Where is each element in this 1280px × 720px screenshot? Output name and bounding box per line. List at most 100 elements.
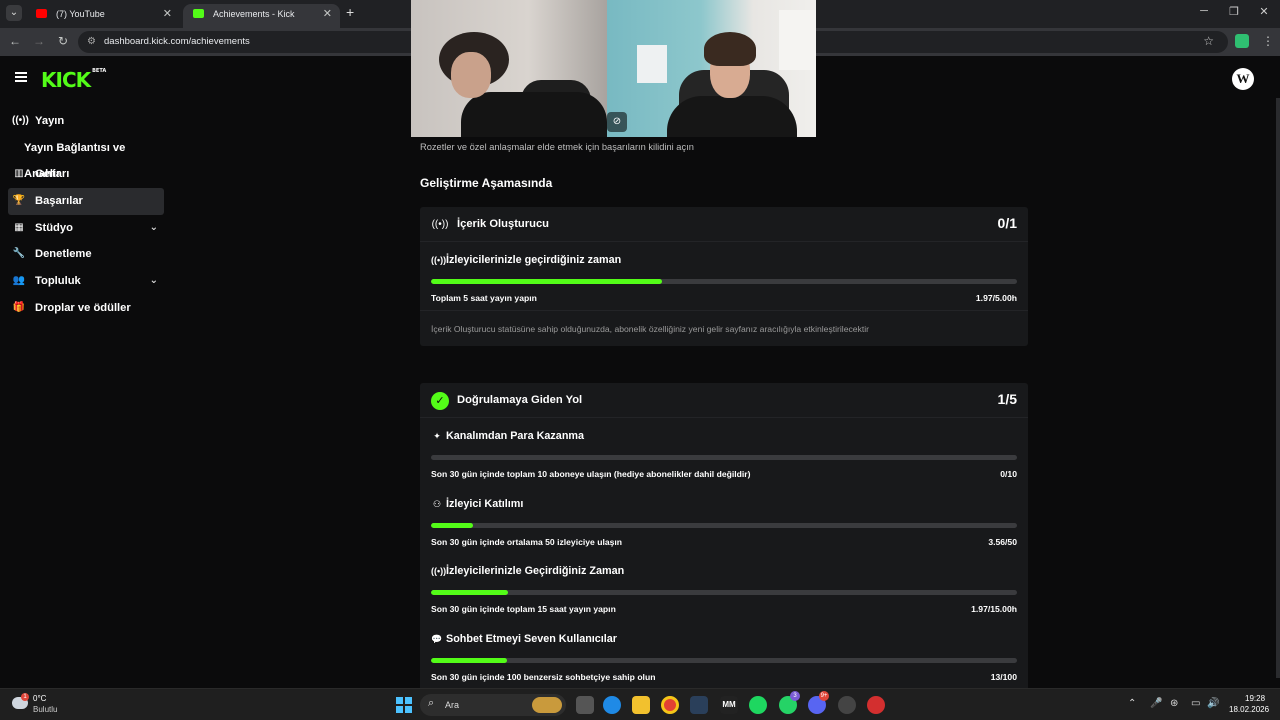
achievement-card-verification: ✓ Doğrulamaya Giden Yol 1/5 ✦ Kanalımdan … xyxy=(420,383,1028,688)
menu-icon[interactable] xyxy=(15,72,27,82)
chevron-down-icon[interactable]: ⌄ xyxy=(150,268,158,294)
taskbar-search[interactable]: ⌕ Ara xyxy=(420,694,566,716)
broadcast-icon: ((•)) xyxy=(431,219,449,230)
goal-value: 3.56/50 xyxy=(988,536,1017,547)
close-tab-icon[interactable]: ✕ xyxy=(323,4,332,24)
chrome-icon[interactable] xyxy=(661,696,679,714)
clock-time[interactable]: 19:28 xyxy=(1245,694,1265,703)
tab-achievements[interactable]: Achievements - Kick Dashboard ✕ xyxy=(183,4,340,39)
task-view-icon[interactable] xyxy=(576,696,594,714)
goal-value: 1.97/5.00h xyxy=(975,293,1017,303)
viewers-icon: ⚇ xyxy=(432,498,442,509)
card-header: ✓ Doğrulamaya Giden Yol 1/5 xyxy=(420,383,1028,418)
search-icon: ⌕ xyxy=(428,697,435,709)
chevron-up-icon[interactable]: ⌃ xyxy=(1128,698,1136,709)
weather-temp[interactable]: 0°C xyxy=(33,694,46,703)
goal-description: Son 30 gün içinde toplam 10 aboneye ulaş… xyxy=(431,469,751,479)
progress-fill xyxy=(431,590,508,595)
forward-button[interactable]: → xyxy=(31,34,47,48)
webcam-feed-left xyxy=(411,0,607,137)
site-settings-icon[interactable]: ⚙ xyxy=(87,36,99,48)
kick-logo[interactable]: KICK BETA xyxy=(41,68,106,92)
sidebar-item-studyo[interactable]: ▦ Stüdyo ⌄ xyxy=(8,215,164,242)
webcam-overlay: ⊘ xyxy=(411,0,816,137)
kick-icon xyxy=(193,9,204,18)
notification-badge: 9+ xyxy=(819,691,829,701)
restore-button[interactable]: ❐ xyxy=(1224,5,1244,18)
tab-search-button[interactable]: ⌄ xyxy=(6,5,22,21)
youtube-icon xyxy=(36,9,47,18)
windows-start-icon[interactable] xyxy=(396,697,412,713)
sidebar-item-gelir[interactable]: ▥ Gelir xyxy=(8,161,164,188)
goal-description: Son 30 gün içinde toplam 15 saat yayın y… xyxy=(431,604,616,614)
camera-off-icon[interactable]: ⊘ xyxy=(607,112,627,132)
card-note: İçerik Oluşturucu statüsüne sahip olduğu… xyxy=(420,309,1028,346)
game-app-icon[interactable] xyxy=(838,696,856,714)
sparkle-icon: ✦ xyxy=(433,431,441,441)
gift-icon: 🎁 xyxy=(12,301,26,313)
steam-icon[interactable] xyxy=(690,696,708,714)
back-button[interactable]: ← xyxy=(7,34,23,48)
goal-description: Son 30 gün içinde ortalama 50 izleyiciye… xyxy=(431,536,623,547)
goal-item: ((•))İzleyicilerinizle geçirdiğiniz zama… xyxy=(420,242,1028,310)
close-window-button[interactable]: ✕ xyxy=(1254,5,1274,18)
goal-title: Kanalımdan Para Kazanma xyxy=(446,430,585,442)
webcam-feed-right xyxy=(607,0,816,137)
goal-item: ⚇ İzleyici Katılımı Son 30 gün içinde ort… xyxy=(420,486,1028,554)
file-explorer-icon[interactable] xyxy=(632,696,650,714)
network-icon[interactable]: ⊛ xyxy=(1170,698,1178,709)
goal-title: İzleyici Katılımı xyxy=(446,497,524,510)
reload-button[interactable]: ↻ xyxy=(55,34,71,48)
card-title: İçerik Oluşturucu xyxy=(457,218,550,230)
volume-icon[interactable]: 🔊 xyxy=(1207,698,1219,709)
card-count: 0/1 xyxy=(997,215,1017,231)
card-title: Doğrulamaya Giden Yol xyxy=(457,394,583,406)
extension-icon[interactable] xyxy=(1235,34,1249,48)
dashboard-page: KICK BETA W ((•)) Yayın Yayın Bağlantısı … xyxy=(0,56,1280,688)
goal-title: İzleyicilerinizle geçirdiğiniz zaman xyxy=(446,254,622,266)
users-icon: 👥 xyxy=(12,275,26,287)
minimize-button[interactable]: ─ xyxy=(1194,5,1214,17)
url-text: dashboard.kick.com/achievements xyxy=(104,36,250,47)
goal-item: 💬 Sohbet Etmeyi Seven Kullanıcılar Son 30… xyxy=(420,621,1028,689)
sidebar-item-yayin[interactable]: ((•)) Yayın xyxy=(8,108,164,135)
goal-title: Sohbet Etmeyi Seven Kullanıcılar xyxy=(446,632,618,645)
close-tab-icon[interactable]: ✕ xyxy=(163,4,172,24)
mm-app-icon[interactable]: MM xyxy=(720,696,738,714)
progress-fill xyxy=(431,657,508,663)
sidebar-item-denetleme[interactable]: 🔧 Denetleme xyxy=(8,241,164,268)
red-app-icon[interactable] xyxy=(867,696,885,714)
goal-item: ✦ Kanalımdan Para Kazanma Son 30 gün için… xyxy=(420,418,1028,486)
card-header: ((•)) İçerik Oluşturucu 0/1 xyxy=(420,207,1028,242)
microphone-icon[interactable]: 🎤 xyxy=(1150,698,1162,709)
bookmark-star-icon[interactable]: ☆ xyxy=(1203,34,1214,48)
sidebar: ((•)) Yayın Yayın Bağlantısı ve Anahtarı… xyxy=(8,108,164,322)
scrollbar[interactable] xyxy=(1276,98,1280,678)
avatar[interactable]: W xyxy=(1232,68,1254,90)
search-highlight-icon xyxy=(532,697,562,713)
sidebar-item-basarilar[interactable]: 🏆 Başarılar xyxy=(8,188,164,215)
display-icon[interactable]: ▭ xyxy=(1191,698,1200,709)
progress-bar xyxy=(431,279,1017,284)
sidebar-item-stream-key[interactable]: Yayın Bağlantısı ve Anahtarı xyxy=(8,135,164,180)
sidebar-item-droplar[interactable]: 🎁 Droplar ve ödüller xyxy=(8,295,164,322)
edge-icon[interactable] xyxy=(603,696,621,714)
clock-date[interactable]: 18.02.2026 xyxy=(1229,705,1269,714)
broadcast-icon: ((•)) xyxy=(431,255,447,265)
spotify-icon[interactable] xyxy=(749,696,767,714)
weather-desc[interactable]: Bulutlu xyxy=(33,705,57,714)
new-tab-button[interactable]: + xyxy=(346,4,354,20)
notification-badge: 3 xyxy=(790,691,800,701)
tab-title: (7) YouTube xyxy=(56,9,105,19)
broadcast-icon: ((•)) xyxy=(431,566,447,576)
tab-youtube[interactable]: (7) YouTube ✕ xyxy=(26,4,180,28)
progress-bar xyxy=(431,590,1017,595)
notification-badge: 1 xyxy=(21,693,29,701)
progress-bar xyxy=(431,455,1017,460)
achievement-card-content-creator: ((•)) İçerik Oluşturucu 0/1 ((•))İzleyic… xyxy=(420,207,1028,346)
studio-icon: ▦ xyxy=(14,221,24,233)
taskbar: 1 0°C Bulutlu ⌕ Ara MM 3 9+ ⌃ 🎤 ⊛ ▭ 🔊 19… xyxy=(0,688,1280,720)
browser-menu-icon[interactable]: ⋮ xyxy=(1262,34,1274,48)
sidebar-item-topluluk[interactable]: 👥 Topluluk ⌄ xyxy=(8,268,164,295)
chevron-down-icon[interactable]: ⌄ xyxy=(150,215,158,241)
